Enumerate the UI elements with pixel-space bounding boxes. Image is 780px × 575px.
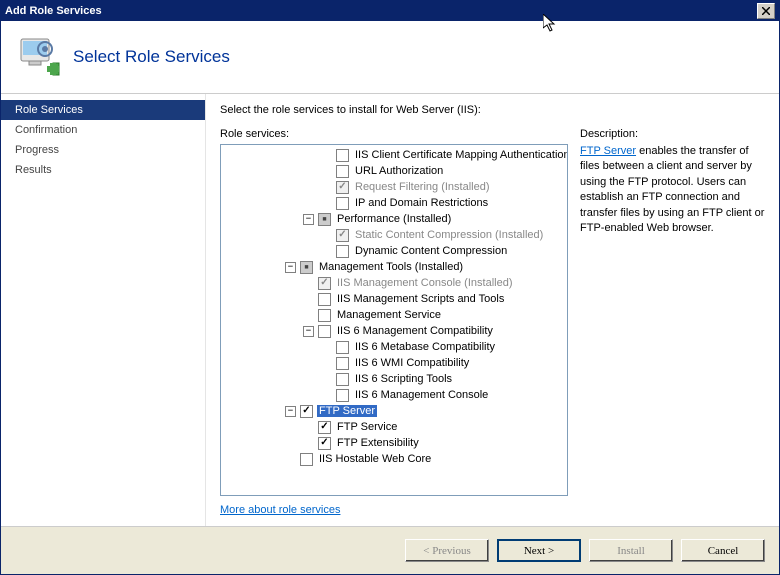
titlebar: Add Role Services <box>1 1 779 21</box>
tree-node-label[interactable]: IIS Hostable Web Core <box>317 453 433 465</box>
tree-node-label[interactable]: Dynamic Content Compression <box>353 245 509 257</box>
tree-row[interactable]: − Management Tools (Installed) <box>221 259 567 275</box>
checkbox[interactable] <box>318 293 331 306</box>
checkbox <box>318 277 331 290</box>
tree-row[interactable]: IIS Hostable Web Core <box>221 451 567 467</box>
tree-row[interactable]: IIS 6 WMI Compatibility <box>221 355 567 371</box>
checkbox[interactable] <box>336 341 349 354</box>
tree-row[interactable]: IIS 6 Metabase Compatibility <box>221 339 567 355</box>
main-panel: Select the role services to install for … <box>206 94 779 526</box>
description-label: Description: <box>580 128 765 140</box>
sidebar-item-results[interactable]: Results <box>1 160 205 180</box>
tree-node-label[interactable]: IIS 6 Metabase Compatibility <box>353 341 497 353</box>
checkbox[interactable] <box>336 373 349 386</box>
close-button[interactable] <box>757 3 775 19</box>
tree-row[interactable]: IIS Management Scripts and Tools <box>221 291 567 307</box>
checkbox[interactable] <box>336 165 349 178</box>
tree-node-label[interactable]: Static Content Compression (Installed) <box>353 229 545 241</box>
tree-node-label[interactable]: IIS 6 Management Compatibility <box>335 325 495 337</box>
next-button[interactable]: Next > <box>497 539 581 562</box>
tree-node-label[interactable]: IIS Management Scripts and Tools <box>335 293 506 305</box>
checkbox[interactable] <box>336 245 349 258</box>
tree-row[interactable]: IIS 6 Management Console <box>221 387 567 403</box>
tree-row[interactable]: − FTP Server <box>221 403 567 419</box>
tree-node-label[interactable]: IP and Domain Restrictions <box>353 197 490 209</box>
checkbox[interactable] <box>318 309 331 322</box>
checkbox[interactable] <box>300 453 313 466</box>
tree-row[interactable]: − IIS 6 Management Compatibility <box>221 323 567 339</box>
checkbox[interactable] <box>336 149 349 162</box>
tree-row[interactable]: Dynamic Content Compression <box>221 243 567 259</box>
instruction-text: Select the role services to install for … <box>220 104 765 116</box>
tree-node-label[interactable]: FTP Service <box>335 421 399 433</box>
close-icon <box>762 7 770 15</box>
sidebar-item-confirmation[interactable]: Confirmation <box>1 120 205 140</box>
tree-node-label[interactable]: IIS 6 WMI Compatibility <box>353 357 471 369</box>
tree-row[interactable]: FTP Service <box>221 419 567 435</box>
tree-label: Role services: <box>220 128 568 140</box>
sidebar: Role Services Confirmation Progress Resu… <box>1 94 206 526</box>
tree-node-label[interactable]: IIS 6 Scripting Tools <box>353 373 454 385</box>
tree-node-label[interactable]: IIS Management Console (Installed) <box>335 277 514 289</box>
checkbox[interactable] <box>318 437 331 450</box>
tree-node-label[interactable]: Management Service <box>335 309 443 321</box>
checkbox[interactable] <box>300 405 313 418</box>
header: Select Role Services <box>1 21 779 94</box>
checkbox <box>336 181 349 194</box>
page-title: Select Role Services <box>73 47 230 67</box>
cancel-button[interactable]: Cancel <box>681 539 765 562</box>
checkbox[interactable] <box>300 261 313 274</box>
tree-node-label[interactable]: Performance (Installed) <box>335 213 453 225</box>
more-about-link[interactable]: More about role services <box>220 504 340 516</box>
tree-row[interactable]: − Performance (Installed) <box>221 211 567 227</box>
body: Role Services Confirmation Progress Resu… <box>1 94 779 526</box>
tree-node-label[interactable]: FTP Extensibility <box>335 437 421 449</box>
tree-row[interactable]: URL Authorization <box>221 163 567 179</box>
previous-button[interactable]: < Previous <box>405 539 489 562</box>
description-body: enables the transfer of files between a … <box>580 145 764 234</box>
tree-row[interactable]: Management Service <box>221 307 567 323</box>
checkbox[interactable] <box>318 325 331 338</box>
footer: < Previous Next > Install Cancel <box>1 526 779 574</box>
tree-row[interactable]: IIS Client Certificate Mapping Authentic… <box>221 147 567 163</box>
tree-row[interactable]: Static Content Compression (Installed) <box>221 227 567 243</box>
tree-row[interactable]: IIS 6 Scripting Tools <box>221 371 567 387</box>
description-title: FTP Server <box>580 145 636 157</box>
checkbox[interactable] <box>336 357 349 370</box>
checkbox[interactable] <box>318 213 331 226</box>
role-services-tree: IIS Client Certificate Mapping Authentic… <box>221 145 567 469</box>
tree-row[interactable]: FTP Extensibility <box>221 435 567 451</box>
tree-node-label[interactable]: Request Filtering (Installed) <box>353 181 492 193</box>
sidebar-item-role-services[interactable]: Role Services <box>1 100 205 120</box>
collapse-icon[interactable]: − <box>285 262 296 273</box>
collapse-icon[interactable]: − <box>303 214 314 225</box>
tree-row[interactable]: Request Filtering (Installed) <box>221 179 567 195</box>
tree-row[interactable]: IIS Management Console (Installed) <box>221 275 567 291</box>
install-button[interactable]: Install <box>589 539 673 562</box>
sidebar-item-progress[interactable]: Progress <box>1 140 205 160</box>
tree-node-label[interactable]: Management Tools (Installed) <box>317 261 465 273</box>
wizard-window: Add Role Services Select Role Services R… <box>0 0 780 575</box>
checkbox <box>336 229 349 242</box>
tree-scroll[interactable]: IIS Client Certificate Mapping Authentic… <box>221 145 567 495</box>
window-title: Add Role Services <box>5 5 757 17</box>
tree-node-label[interactable]: URL Authorization <box>353 165 445 177</box>
more-link-container: More about role services <box>220 504 568 516</box>
tree-row[interactable]: IP and Domain Restrictions <box>221 195 567 211</box>
wizard-icon <box>17 35 61 79</box>
tree-container: IIS Client Certificate Mapping Authentic… <box>220 144 568 496</box>
tree-node-label[interactable]: IIS Client Certificate Mapping Authentic… <box>353 149 567 161</box>
checkbox[interactable] <box>318 421 331 434</box>
collapse-icon[interactable]: − <box>285 406 296 417</box>
tree-node-label[interactable]: FTP Server <box>317 405 377 417</box>
checkbox[interactable] <box>336 389 349 402</box>
checkbox[interactable] <box>336 197 349 210</box>
tree-node-label[interactable]: IIS 6 Management Console <box>353 389 490 401</box>
description-text: FTP Server enables the transfer of files… <box>580 144 765 236</box>
collapse-icon[interactable]: − <box>303 326 314 337</box>
